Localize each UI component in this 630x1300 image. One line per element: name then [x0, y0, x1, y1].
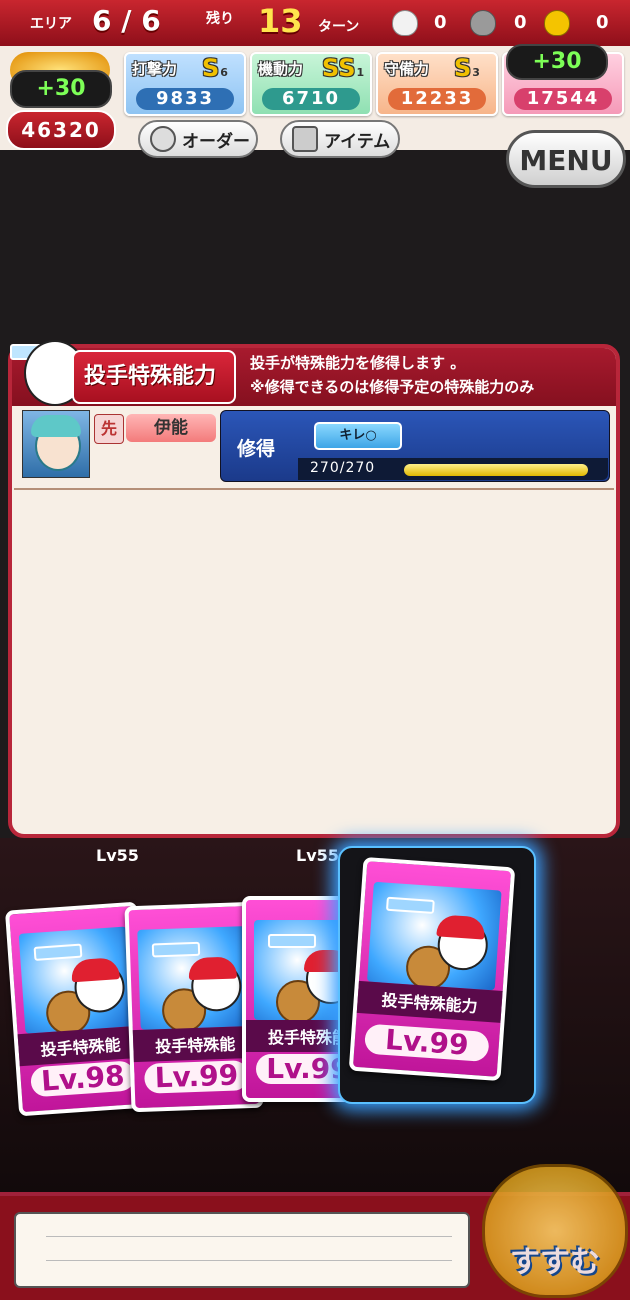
ability-card-4-selected[interactable]: 投手特殊能力 Lv.99 [348, 856, 516, 1082]
area-value: 6 / 6 [92, 4, 161, 37]
learn-label: 修得 [237, 438, 276, 460]
item-button-label: アイテム [324, 131, 391, 152]
stat-batting-rank: S6 [202, 54, 228, 82]
exp-text: 270/270 [310, 460, 376, 476]
stat-batting-value: 9833 [136, 88, 234, 110]
stat-defense-rank: S3 [454, 54, 480, 82]
white-bag-icon [392, 10, 418, 36]
stat-total-value: 17544 [514, 88, 612, 110]
dialog-divider [14, 488, 614, 490]
turns-value: 13 [258, 2, 303, 40]
left-gain-bubble: +30 [10, 70, 112, 108]
gold-bag-count: 0 [596, 12, 609, 33]
card-1-level: Lv.98 [29, 1059, 136, 1098]
stat-batting-label: 打撃力 [132, 60, 178, 78]
bg-level-1: Lv55 [96, 846, 139, 865]
player-role-badge: 先 [94, 414, 124, 444]
dialog-title: 投手特殊能力 [84, 364, 217, 389]
bg-level-2: Lv55 [296, 846, 339, 865]
player-name: 伊能 [126, 414, 216, 442]
stat-mobility-rank: SS1 [322, 54, 365, 82]
remain-label: 残り [206, 11, 234, 27]
silver-bag-icon [470, 10, 496, 36]
menu-button[interactable]: MENU [506, 130, 626, 188]
stat-batting[interactable]: 打撃力 S6 9833 [124, 52, 246, 116]
bag-icon [292, 126, 318, 152]
proceed-label: すすむ [510, 1245, 600, 1280]
stat-defense-label: 守備力 [384, 60, 430, 78]
stat-mobility-label: 機動力 [258, 60, 304, 78]
stat-defense-value: 12233 [388, 88, 486, 110]
stat-mobility-value: 6710 [262, 88, 360, 110]
card-2-name: 投手特殊能 [132, 1025, 258, 1063]
stat-mobility[interactable]: 機動力 SS1 6710 [250, 52, 372, 116]
silver-bag-count: 0 [514, 12, 527, 33]
card-4-level: Lv.99 [363, 1023, 490, 1063]
white-bag-count: 0 [434, 12, 447, 33]
exp-bar [404, 464, 588, 476]
proceed-button[interactable]: すすむ [482, 1164, 628, 1298]
stat-defense[interactable]: 守備力 S3 12233 [376, 52, 498, 116]
area-label: エリア [30, 16, 72, 32]
dialog-note-line2: ※修得できるのは修得予定の特殊能力のみ [250, 378, 535, 396]
right-gain-bubble: +30 [506, 44, 608, 80]
bat-icon [150, 126, 176, 152]
player-portrait[interactable] [22, 410, 90, 478]
card-2-level: Lv.99 [143, 1059, 249, 1094]
order-button-label: オーダー [182, 131, 250, 152]
dialog-note-line1: 投手が特殊能力を修得します 。 [250, 354, 466, 372]
ability-badge[interactable]: キレ○ [314, 422, 402, 450]
gold-bag-icon [544, 10, 570, 36]
left-total-value: 46320 [6, 110, 116, 150]
message-box [14, 1212, 470, 1288]
item-button[interactable]: アイテム [280, 120, 400, 158]
turns-label: ターン [318, 19, 360, 35]
order-button[interactable]: オーダー [138, 120, 258, 158]
